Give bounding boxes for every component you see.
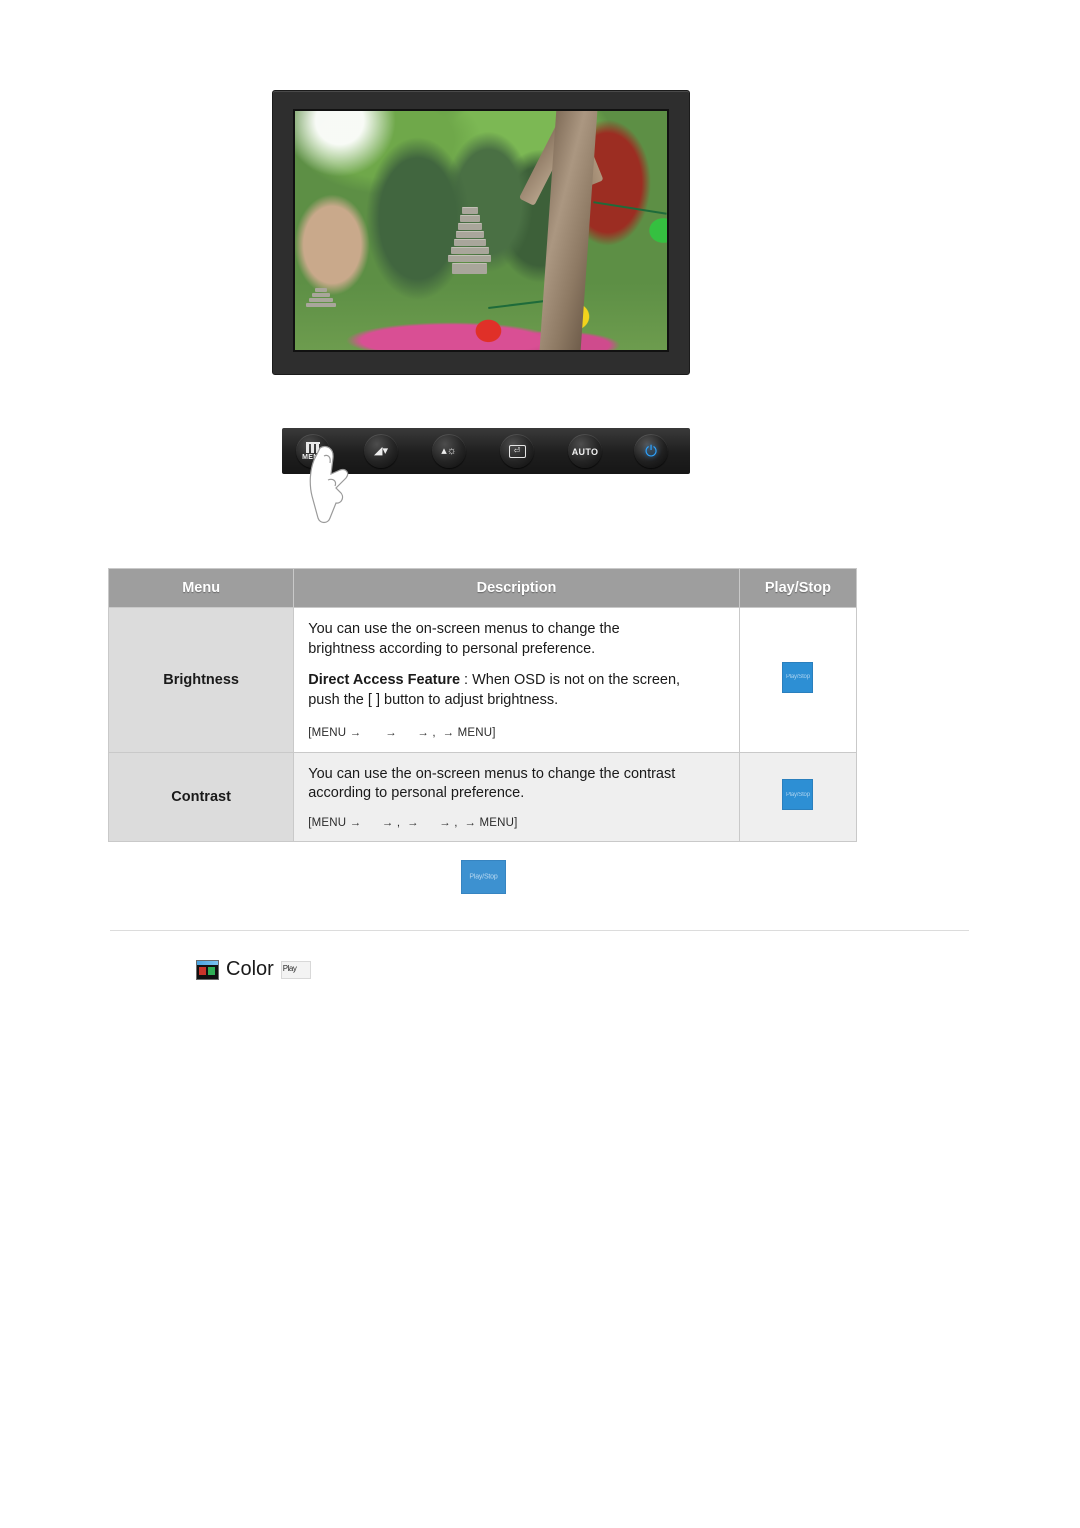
table-header-row: Menu Description Play/Stop (107, 568, 858, 608)
description-contrast: You can use the on-screen menus to chang… (293, 751, 740, 843)
menu-path-brightness: [MENU → → → , → MENU] (308, 727, 496, 740)
play-stop-standalone-label: Play/Stop (469, 873, 498, 881)
stone-pagoda (448, 206, 493, 334)
auto-button[interactable]: AUTO (568, 434, 602, 468)
auto-button-label: AUTO (571, 446, 599, 457)
menu-path-contrast: [MENU → → , → → , → MENU] (308, 816, 518, 829)
play-stop-button[interactable]: Play/Stop (782, 661, 814, 693)
menu-name-brightness: Brightness (107, 607, 295, 753)
power-button[interactable]: ⏻ (634, 434, 668, 468)
menu-bars-icon (306, 441, 320, 453)
description-line: You can use the on-screen menus to chang… (308, 621, 620, 637)
direct-access-text: : When OSD is not on the screen, (460, 672, 681, 689)
column-header-description: Description (293, 568, 740, 608)
down-button[interactable]: ◢▾ (364, 434, 398, 468)
monitor-control-panel: MENU ◢▾ ▴☼ ⏎ AUTO ⏻ (282, 428, 690, 474)
play-stop-button[interactable]: Play/Stop (782, 779, 814, 811)
color-section-heading: Color Play (196, 958, 311, 981)
monitor-screen (293, 109, 669, 352)
direct-access-line: Direct Access Feature : When OSD is not … (308, 671, 739, 691)
direct-access-label: Direct Access Feature (308, 672, 461, 689)
color-section-title: Color (226, 958, 274, 980)
color-play-badge-label: Play (282, 963, 297, 973)
direct-access-line-2: push the [ ] button to adjust brightness… (308, 691, 559, 708)
down-arrow-wave-icon: ◢▾ (374, 444, 388, 457)
description-line: according to personal preference. (308, 785, 525, 802)
column-header-play-stop: Play/Stop (738, 568, 858, 608)
monitor-illustration (272, 90, 690, 375)
menu-button-label: MENU (302, 453, 324, 461)
enter-button[interactable]: ⏎ (500, 434, 534, 468)
power-icon: ⏻ (645, 442, 657, 460)
section-divider (110, 930, 969, 931)
play-stop-chip-label: Play/Stop (785, 674, 810, 681)
menu-name-contrast: Contrast (107, 751, 295, 843)
description-line: brightness according to personal prefere… (308, 640, 596, 657)
osd-menu-table: Menu Description Play/Stop Brightness Yo… (107, 568, 858, 843)
up-brightness-button[interactable]: ▴☼ (432, 434, 466, 468)
play-stop-cell-brightness: Play/Stop (738, 607, 858, 753)
color-swatch-icon (196, 959, 219, 980)
table-row: Contrast You can use the on-screen menus… (107, 751, 858, 843)
play-stop-standalone-button[interactable]: Play/Stop (461, 860, 506, 894)
description-brightness: You can use the on-screen menus to chang… (293, 607, 740, 753)
enter-key-icon: ⏎ (508, 444, 526, 458)
up-arrow-sun-icon: ▴☼ (441, 444, 457, 457)
description-line: You can use the on-screen menus to chang… (308, 765, 676, 782)
menu-button[interactable]: MENU (296, 434, 330, 468)
monitor-bezel (272, 90, 690, 375)
lantern-rope (592, 200, 667, 215)
column-header-menu: Menu (107, 568, 295, 608)
play-stop-chip-label: Play/Stop (785, 791, 810, 798)
table-row: Brightness You can use the on-screen men… (107, 607, 858, 753)
color-play-badge-icon: Play (280, 960, 311, 979)
play-stop-cell-contrast: Play/Stop (738, 751, 858, 843)
garden-photo (295, 111, 667, 350)
small-stone-pagoda (306, 287, 336, 336)
